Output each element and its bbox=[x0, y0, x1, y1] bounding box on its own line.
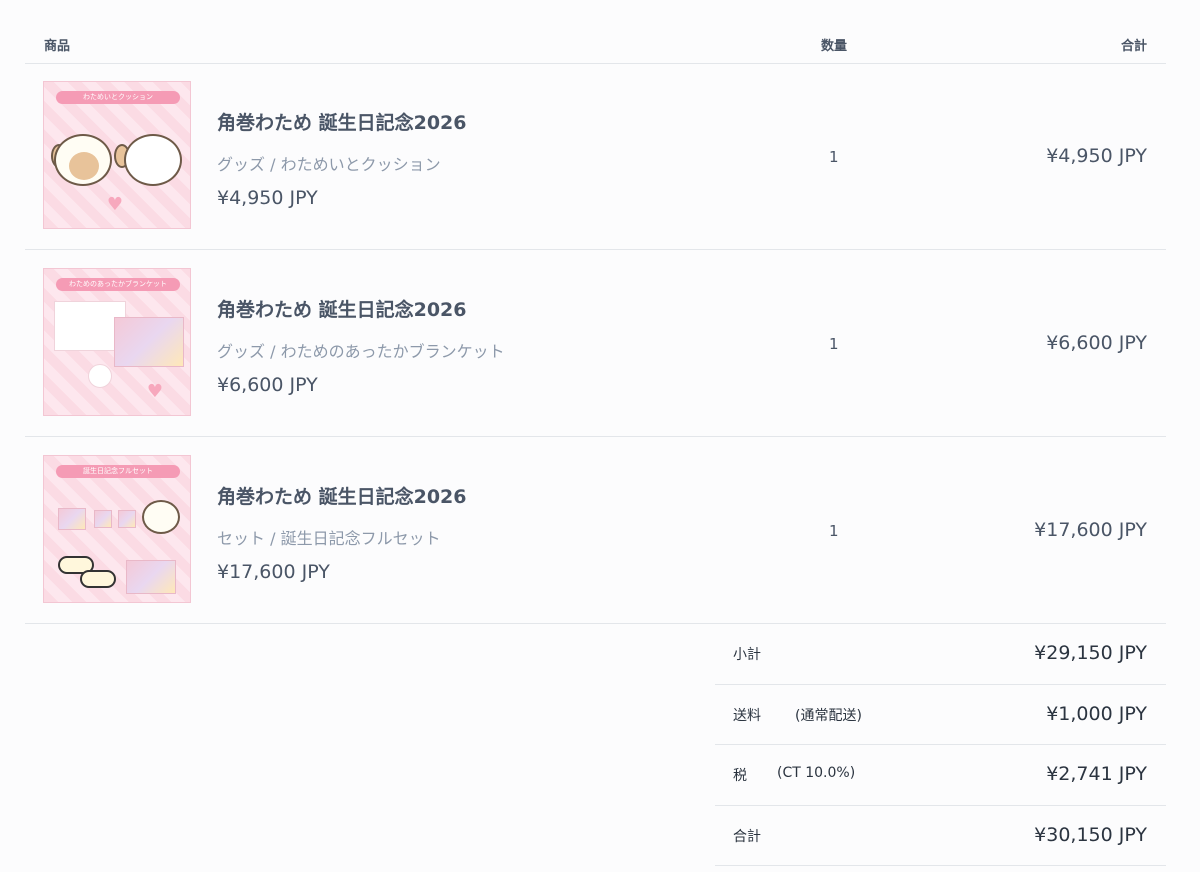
heart-icon: ♥ bbox=[146, 381, 164, 402]
subtotal-label: 小計 bbox=[733, 647, 761, 663]
item-title[interactable]: 角巻わため 誕生日記念2026 bbox=[217, 295, 467, 322]
total-label: 合計 bbox=[733, 828, 761, 845]
character-photo bbox=[126, 560, 176, 594]
cart-row: わためのあったかブランケット ♥ 角巻わため 誕生日記念2026 グッズ / わ… bbox=[25, 250, 1166, 437]
item-total: ¥4,950 JPY bbox=[1046, 145, 1147, 167]
header-quantity: 数量 bbox=[821, 39, 848, 54]
product-thumbnail[interactable]: わためのあったかブランケット ♥ bbox=[43, 268, 191, 416]
shipping-label: 送料 bbox=[733, 707, 761, 724]
character-photo bbox=[114, 317, 184, 367]
set-item-photo bbox=[58, 508, 86, 530]
subtotal-value: ¥29,150 JPY bbox=[1034, 642, 1147, 664]
product-thumbnail[interactable]: 誕生日記念フルセット bbox=[43, 455, 191, 603]
thumbnail-banner: 誕生日記念フルセット bbox=[56, 465, 180, 478]
header-total: 合計 bbox=[1120, 39, 1147, 54]
heart-icon: ♥ bbox=[106, 194, 124, 215]
product-thumbnail[interactable]: わためいとクッション ♥ bbox=[43, 81, 191, 229]
sheep-cushion-front-icon bbox=[54, 134, 112, 186]
item-title[interactable]: 角巻わため 誕生日記念2026 bbox=[217, 482, 467, 509]
item-category: グッズ / わためいとクッション bbox=[217, 155, 441, 174]
item-price: ¥17,600 JPY bbox=[217, 561, 330, 583]
item-quantity: 1 bbox=[829, 148, 839, 166]
thumbnail-banner: わためのあったかブランケット bbox=[56, 278, 180, 291]
shipping-value: ¥1,000 JPY bbox=[1046, 702, 1147, 725]
tax-row: 税 (CT 10.0%) ¥2,741 JPY bbox=[715, 745, 1166, 806]
order-summary: 小計 ¥29,150 JPY 送料 (通常配送) ¥1,000 JPY 税 (C… bbox=[715, 624, 1166, 866]
shipping-row: 送料 (通常配送) ¥1,000 JPY bbox=[715, 685, 1166, 745]
shipping-note: (通常配送) bbox=[795, 707, 862, 724]
item-title[interactable]: 角巻わため 誕生日記念2026 bbox=[217, 108, 467, 135]
sheep-cushion-icon bbox=[142, 500, 180, 534]
cart-page: 商品 数量 合計 わためいとクッション ♥ 角巻わため 誕生日記念2026 グッ… bbox=[0, 0, 1200, 872]
tax-value: ¥2,741 JPY bbox=[1046, 763, 1147, 785]
thumbnail-banner: わためいとクッション bbox=[56, 91, 180, 104]
sheep-cushion-back-icon bbox=[124, 134, 182, 186]
set-item-photo bbox=[94, 510, 112, 528]
item-quantity: 1 bbox=[829, 522, 839, 540]
item-quantity: 1 bbox=[829, 335, 839, 353]
item-total: ¥17,600 JPY bbox=[1034, 519, 1147, 541]
item-price: ¥4,950 JPY bbox=[217, 187, 318, 209]
table-header: 商品 数量 合計 bbox=[25, 0, 1166, 64]
tax-note: (CT 10.0%) bbox=[777, 765, 856, 781]
item-category: グッズ / わためのあったかブランケット bbox=[217, 342, 505, 361]
set-item-photo bbox=[118, 510, 136, 528]
subtotal-row: 小計 ¥29,150 JPY bbox=[715, 624, 1166, 685]
item-category: セット / 誕生日記念フルセット bbox=[217, 529, 441, 548]
tax-label: 税 bbox=[733, 768, 747, 784]
header-product: 商品 bbox=[44, 39, 71, 54]
eye-mask-icon bbox=[80, 570, 116, 588]
cart-row: 誕生日記念フルセット 角巻わため 誕生日記念2026 セット / 誕生日記念フル… bbox=[25, 437, 1166, 624]
total-value: ¥30,150 JPY bbox=[1034, 823, 1147, 846]
cart-row: わためいとクッション ♥ 角巻わため 誕生日記念2026 グッズ / わためいと… bbox=[25, 63, 1166, 250]
item-total: ¥6,600 JPY bbox=[1046, 332, 1147, 354]
total-row: 合計 ¥30,150 JPY bbox=[715, 806, 1166, 866]
item-price: ¥6,600 JPY bbox=[217, 374, 318, 396]
sheep-icon bbox=[88, 364, 112, 388]
